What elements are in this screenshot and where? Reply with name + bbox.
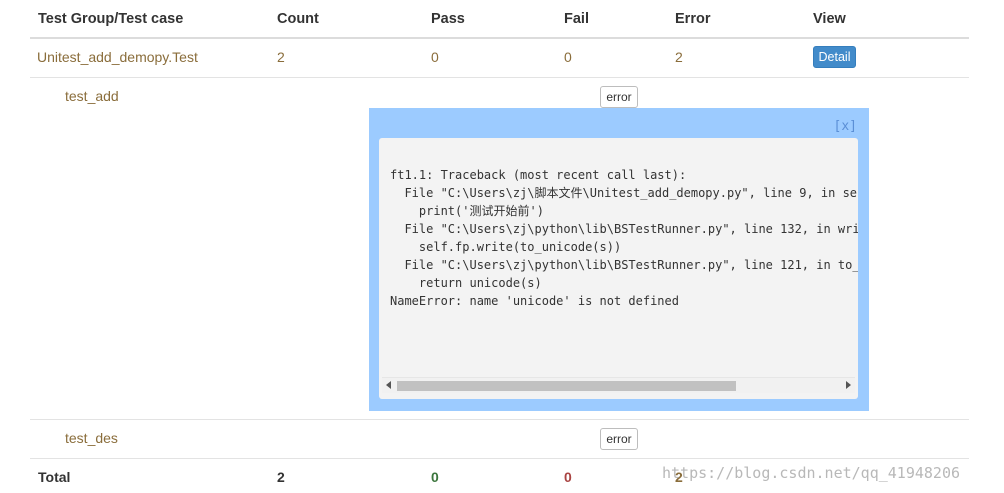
case-name-test-des: test_des <box>65 430 118 446</box>
scrollbar-thumb[interactable] <box>397 381 736 391</box>
traceback-text: ft1.1: Traceback (most recent call last)… <box>390 168 858 308</box>
class-count: 2 <box>277 49 285 65</box>
watermark: https://blog.csdn.net/qq_41948206 <box>662 464 961 482</box>
detail-button[interactable]: Detail <box>813 46 856 68</box>
popup-close-button[interactable]: [x] <box>834 119 857 134</box>
row-divider <box>30 458 969 459</box>
class-name: Unitest_add_demopy.Test <box>37 49 198 65</box>
header-test-group: Test Group/Test case <box>38 11 184 27</box>
case-name-test-add: test_add <box>65 88 119 104</box>
total-label: Total <box>38 469 71 485</box>
header-pass: Pass <box>431 11 465 27</box>
total-count: 2 <box>277 469 285 485</box>
class-fail: 0 <box>564 49 572 65</box>
row-divider <box>30 419 969 420</box>
scroll-right-arrow-icon[interactable] <box>846 381 851 389</box>
row-divider <box>30 77 969 78</box>
error-button-test-add[interactable]: error <box>600 86 638 108</box>
test-report-page: Test Group/Test case Count Pass Fail Err… <box>0 0 1004 493</box>
class-error: 2 <box>675 49 683 65</box>
scroll-left-arrow-icon[interactable] <box>386 381 391 389</box>
error-button-test-des[interactable]: error <box>600 428 638 450</box>
total-fail: 0 <box>564 469 572 485</box>
error-detail-popup: [x] ft1.1: Traceback (most recent call l… <box>369 108 869 411</box>
header-fail: Fail <box>564 11 589 27</box>
header-count: Count <box>277 11 319 27</box>
class-pass: 0 <box>431 49 439 65</box>
header-view: View <box>813 11 846 27</box>
traceback-panel: ft1.1: Traceback (most recent call last)… <box>379 138 858 399</box>
header-divider <box>30 37 969 39</box>
total-pass: 0 <box>431 469 439 485</box>
header-error: Error <box>675 11 711 27</box>
horizontal-scrollbar[interactable] <box>382 377 855 393</box>
